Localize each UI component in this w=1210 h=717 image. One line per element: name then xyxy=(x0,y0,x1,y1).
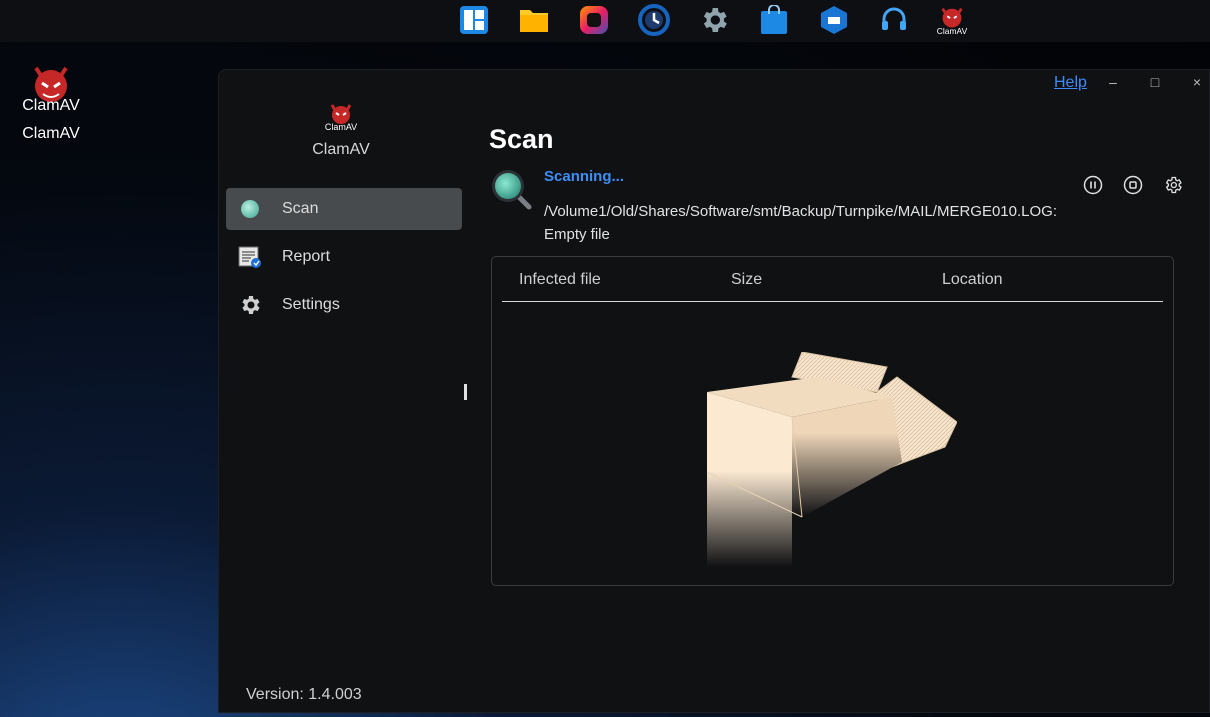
sidebar-item-report[interactable]: Report xyxy=(226,236,462,278)
empty-box-illustration xyxy=(697,351,958,572)
sidebar-item-label: Settings xyxy=(282,296,340,313)
file-station-icon[interactable] xyxy=(518,4,550,36)
scan-dot-icon xyxy=(238,197,262,221)
taskbar: ClamAV xyxy=(0,0,1210,42)
stop-icon xyxy=(1123,175,1143,195)
maximize-button[interactable]: □ xyxy=(1147,74,1163,90)
stop-button[interactable] xyxy=(1122,174,1144,196)
sidebar-resize-handle[interactable] xyxy=(464,384,467,400)
sidebar: ClamAV ClamAV Scan Report Settings Versi… xyxy=(219,70,471,712)
gear-icon xyxy=(238,293,262,317)
gear-icon[interactable] xyxy=(698,4,730,36)
sidebar-item-settings[interactable]: Settings xyxy=(226,284,462,326)
close-button[interactable]: × xyxy=(1189,74,1205,90)
svg-text:ClamAV: ClamAV xyxy=(937,26,968,36)
help-link[interactable]: Help xyxy=(1054,74,1087,92)
clamav-taskbar-icon[interactable]: ClamAV xyxy=(936,4,968,36)
column-header-size[interactable]: Size xyxy=(731,271,762,289)
minimize-button[interactable]: – xyxy=(1105,74,1121,90)
sidebar-logo: ClamAV ClamAV xyxy=(219,102,463,159)
report-icon xyxy=(238,245,262,269)
backup-clock-icon[interactable] xyxy=(638,4,670,36)
version-text: Version: 1.4.003 xyxy=(246,686,362,703)
clamav-logo-icon: ClamAV xyxy=(325,104,357,132)
sidebar-item-label: Scan xyxy=(282,200,319,217)
magnifier-scan-icon xyxy=(490,168,532,215)
column-header-location[interactable]: Location xyxy=(942,271,1003,289)
sidebar-app-name: ClamAV xyxy=(312,141,370,158)
current-scan-path: /Volume1/Old/Shares/Software/smt/Backup/… xyxy=(544,203,1057,243)
app-center-bag-icon[interactable] xyxy=(758,4,790,36)
scan-settings-button[interactable] xyxy=(1162,174,1184,196)
photo-app-icon[interactable] xyxy=(578,4,610,36)
scan-settings-icon xyxy=(1165,176,1182,194)
svg-text:ClamAV: ClamAV xyxy=(325,122,357,132)
table-header: Infected file Size Location xyxy=(502,257,1163,302)
clamav-logo-icon: ClamAV xyxy=(22,66,80,114)
sidebar-item-scan[interactable]: Scan xyxy=(226,188,462,230)
desktop-clamav-shortcut[interactable]: ClamAV ClamAV xyxy=(14,64,88,143)
scan-status: Scanning... xyxy=(544,168,625,185)
infected-files-table: Infected file Size Location xyxy=(491,256,1174,586)
pause-icon xyxy=(1083,175,1103,195)
control-panel-icon[interactable] xyxy=(458,4,490,36)
clamav-window: Help – □ × ClamAV ClamAV Scan Report Set… xyxy=(218,69,1210,713)
column-header-infected-file[interactable]: Infected file xyxy=(519,271,601,289)
desktop-icon-label: ClamAV xyxy=(22,125,80,142)
svg-text:ClamAV: ClamAV xyxy=(22,97,80,114)
page-title: Scan xyxy=(489,124,554,154)
pause-button[interactable] xyxy=(1082,174,1104,196)
helpdesk-headset-icon[interactable] xyxy=(878,4,910,36)
container-station-icon[interactable] xyxy=(818,4,850,36)
sidebar-item-label: Report xyxy=(282,248,331,265)
